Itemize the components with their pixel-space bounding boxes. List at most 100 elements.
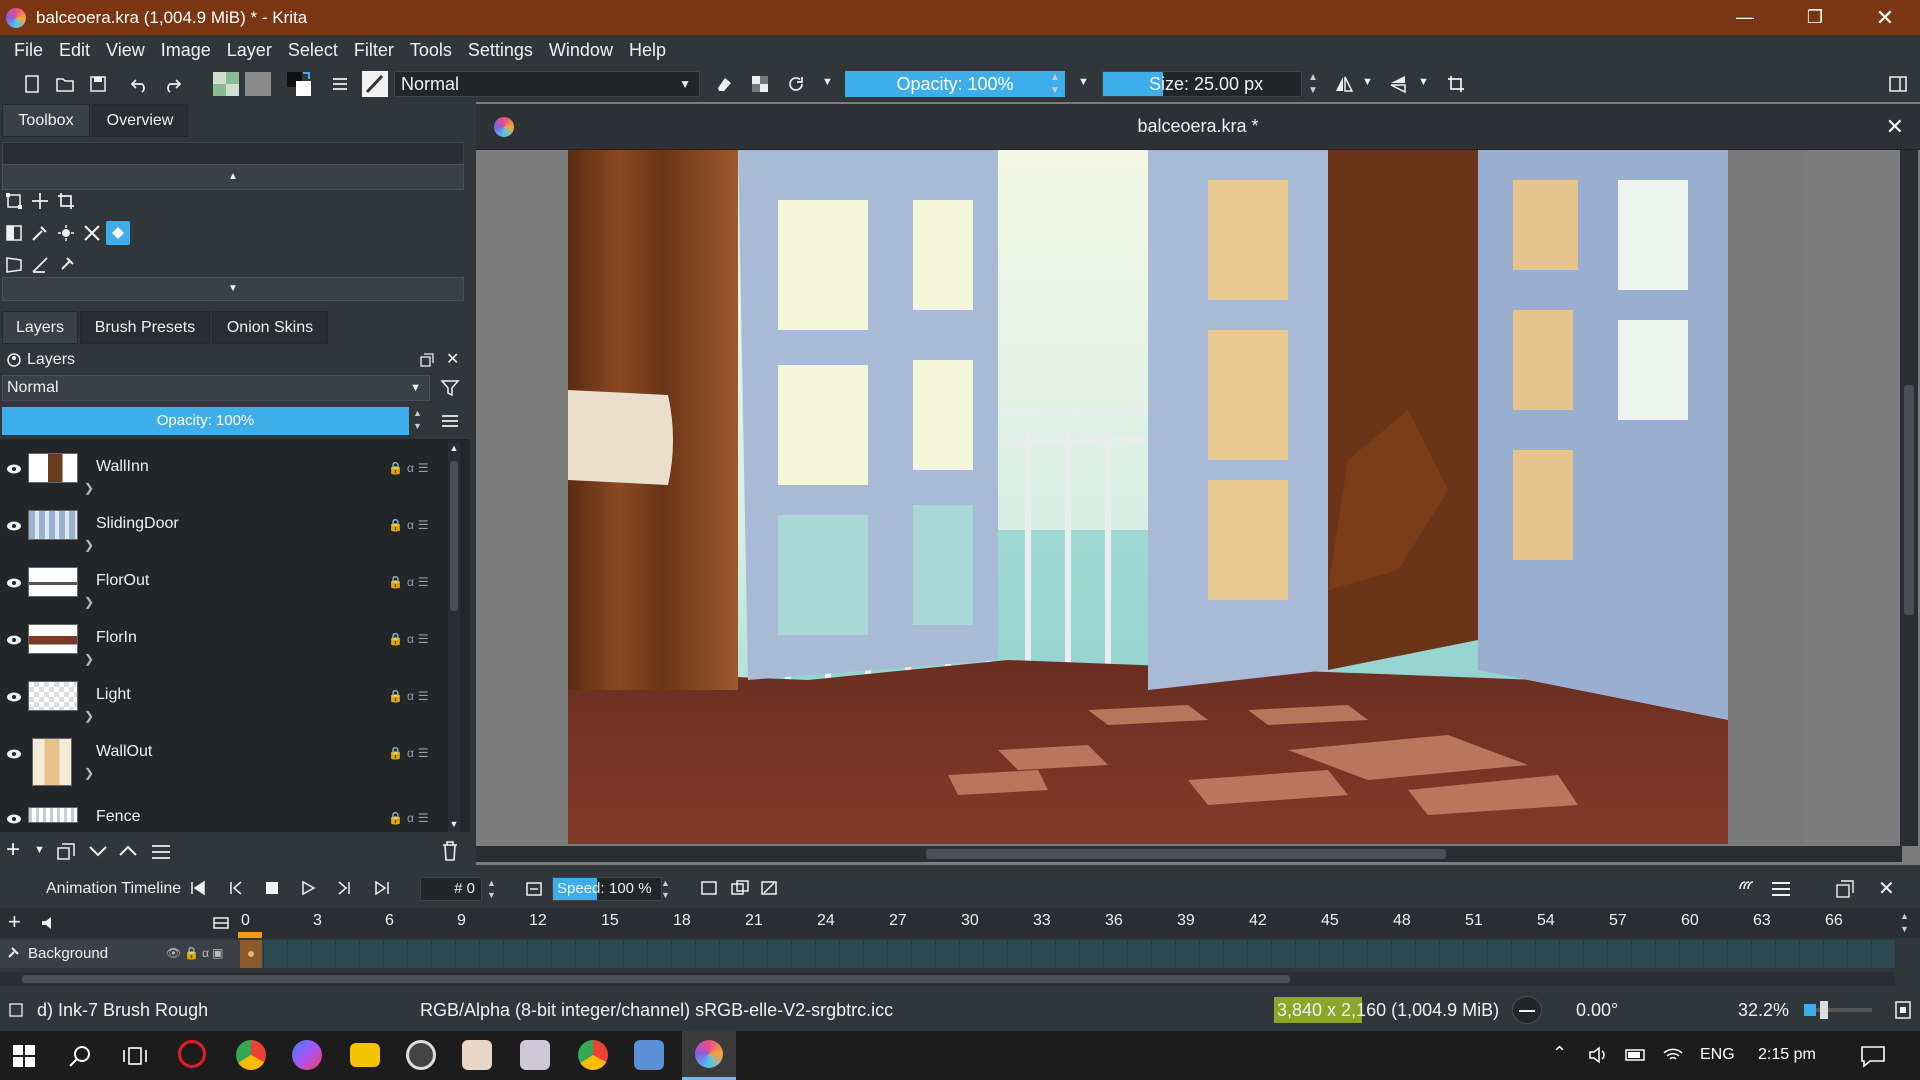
- chevron-down-icon[interactable]: ▼: [1418, 76, 1429, 88]
- color-space-info[interactable]: RGB/Alpha (8-bit integer/channel) sRGB-e…: [420, 1000, 893, 1021]
- menu-filter[interactable]: Filter: [346, 40, 402, 61]
- layer-lock-alpha-icons[interactable]: 🔒α☰: [388, 575, 433, 589]
- filter-icon[interactable]: [440, 378, 460, 398]
- wifi-icon[interactable]: [1662, 1045, 1684, 1065]
- notification-center-icon[interactable]: [1860, 1044, 1886, 1068]
- chevron-right-icon[interactable]: ❯: [84, 538, 94, 552]
- chrome-profile-app-icon[interactable]: [578, 1040, 608, 1070]
- battery-icon[interactable]: [1624, 1045, 1648, 1065]
- chrome-app-icon[interactable]: [236, 1040, 266, 1070]
- mirror-vertical-icon[interactable]: [1388, 74, 1408, 94]
- wrap-around-icon[interactable]: [1446, 74, 1466, 94]
- chevron-down-icon[interactable]: ▼: [1078, 76, 1089, 88]
- menu-tools[interactable]: Tools: [402, 40, 460, 61]
- image-viewer-app-icon[interactable]: [462, 1040, 492, 1070]
- eye-visibility-icon[interactable]: [6, 634, 22, 646]
- frame-cells[interactable]: [240, 940, 1895, 968]
- toolbox-scroll-up-button[interactable]: ▲: [2, 164, 464, 190]
- gradient-tool-icon[interactable]: [5, 224, 23, 242]
- stop-icon[interactable]: [264, 880, 280, 896]
- float-docker-icon[interactable]: [420, 353, 434, 367]
- chevron-down-icon[interactable]: ▼: [1362, 76, 1373, 88]
- layer-lock-alpha-icons[interactable]: 🔒α☰: [388, 461, 433, 475]
- layer-lock-alpha-icons[interactable]: 🔒α☰: [388, 689, 433, 703]
- pin-icon[interactable]: [6, 946, 20, 960]
- chevron-right-icon[interactable]: ❯: [84, 481, 94, 495]
- layer-lock-alpha-icons[interactable]: 🔒α☰: [388, 746, 433, 760]
- menu-help[interactable]: Help: [621, 40, 674, 61]
- assistant-tool-icon[interactable]: [83, 224, 101, 242]
- new-document-icon[interactable]: [22, 74, 42, 94]
- layers-scrollbar[interactable]: ▲ ▼: [448, 443, 460, 833]
- delete-layer-icon[interactable]: [440, 840, 460, 862]
- tab-layers[interactable]: Layers: [2, 311, 78, 344]
- frame-ruler[interactable]: +: [0, 908, 1920, 938]
- canvas-vertical-scrollbar[interactable]: [1900, 150, 1918, 846]
- zoom-slider[interactable]: [1804, 1001, 1872, 1019]
- layer-opacity-slider[interactable]: Opacity: 100%: [2, 407, 409, 435]
- chevron-down-icon[interactable]: ▼: [822, 76, 833, 88]
- pattern-swatch-icon[interactable]: [245, 72, 271, 96]
- save-icon[interactable]: [88, 74, 108, 94]
- ruler-scroll-icon[interactable]: ▲ ▼: [1900, 910, 1909, 936]
- perspective-tool-icon[interactable]: [5, 256, 23, 274]
- move-layer-down-icon[interactable]: [88, 844, 108, 858]
- eye-visibility-icon[interactable]: [6, 691, 22, 703]
- zoom-frames-icon[interactable]: [212, 914, 230, 932]
- measure-tool-icon[interactable]: [31, 256, 49, 274]
- undo-icon[interactable]: [130, 74, 150, 94]
- layers-scrollbar-thumb[interactable]: [450, 461, 458, 611]
- blend-mode-select[interactable]: Normal ▼: [394, 71, 700, 97]
- redo-icon[interactable]: [162, 74, 182, 94]
- gradient-swatch-icon[interactable]: [213, 72, 239, 96]
- remove-frame-icon[interactable]: [760, 880, 778, 896]
- timeline-layer-flags-icons[interactable]: 👁🔒α▣: [166, 946, 226, 960]
- close-timeline-icon[interactable]: ✕: [1878, 876, 1895, 901]
- reload-preset-icon[interactable]: [786, 74, 806, 94]
- layer-row[interactable]: WallInn 🔒α☰ ❯: [0, 449, 445, 506]
- layer-blend-mode-select[interactable]: Normal ▼: [2, 375, 430, 401]
- menu-view[interactable]: View: [98, 40, 153, 61]
- speaker-icon[interactable]: [1588, 1045, 1610, 1065]
- document-tab[interactable]: balceoera.kra * ✕: [476, 104, 1920, 150]
- chevron-right-icon[interactable]: ❯: [84, 595, 94, 609]
- smart-patch-tool-icon[interactable]: [57, 224, 75, 242]
- timeline-menu-icon[interactable]: [1770, 880, 1792, 898]
- menu-select[interactable]: Select: [280, 40, 346, 61]
- layer-opacity-spin-icon[interactable]: ▲ ▼: [413, 407, 422, 433]
- brush-settings-icon[interactable]: [330, 74, 350, 94]
- mirror-horizontal-icon[interactable]: [1334, 74, 1354, 94]
- eye-visibility-icon[interactable]: [6, 813, 22, 825]
- task-view-icon[interactable]: [122, 1044, 148, 1068]
- float-timeline-icon[interactable]: [1836, 880, 1854, 898]
- previous-frame-icon[interactable]: [228, 880, 244, 896]
- canvas-painting[interactable]: [568, 150, 1805, 844]
- zoom-slider-handle[interactable]: [1820, 1001, 1828, 1019]
- transform-tool-icon[interactable]: [5, 192, 23, 210]
- layer-row[interactable]: FlorIn 🔒α☰ ❯: [0, 620, 445, 677]
- menu-window[interactable]: Window: [541, 40, 621, 61]
- menu-file[interactable]: File: [6, 40, 51, 61]
- layer-lock-alpha-icons[interactable]: 🔒α☰: [388, 518, 433, 532]
- next-frame-icon[interactable]: [336, 880, 352, 896]
- timeline-layer-row[interactable]: Background 👁🔒α▣: [0, 940, 240, 968]
- move-layer-up-icon[interactable]: [118, 844, 138, 858]
- search-icon[interactable]: [68, 1044, 92, 1068]
- eraser-icon[interactable]: [714, 74, 734, 94]
- chevron-right-icon[interactable]: ❯: [84, 709, 94, 723]
- menu-image[interactable]: Image: [153, 40, 219, 61]
- menu-settings[interactable]: Settings: [460, 40, 541, 61]
- keyframe-cell[interactable]: [240, 940, 262, 968]
- eye-visibility-icon[interactable]: [6, 463, 22, 475]
- layer-row[interactable]: SlidingDoor 🔒α☰ ❯: [0, 506, 445, 563]
- move-tool-icon[interactable]: [31, 192, 49, 210]
- layer-options-menu-icon[interactable]: [440, 412, 460, 430]
- tab-brush-presets[interactable]: Brush Presets: [80, 311, 210, 344]
- speed-spin-icon[interactable]: ▲ ▼: [661, 877, 670, 901]
- new-frame-icon[interactable]: [700, 880, 718, 896]
- layer-row[interactable]: Light 🔒α☰ ❯: [0, 677, 445, 734]
- minimize-button[interactable]: —: [1710, 0, 1780, 35]
- toolbox-scroll-down-button[interactable]: ▼: [2, 277, 464, 301]
- input-language[interactable]: ENG: [1700, 1046, 1735, 1064]
- eye-visibility-icon[interactable]: [6, 748, 22, 760]
